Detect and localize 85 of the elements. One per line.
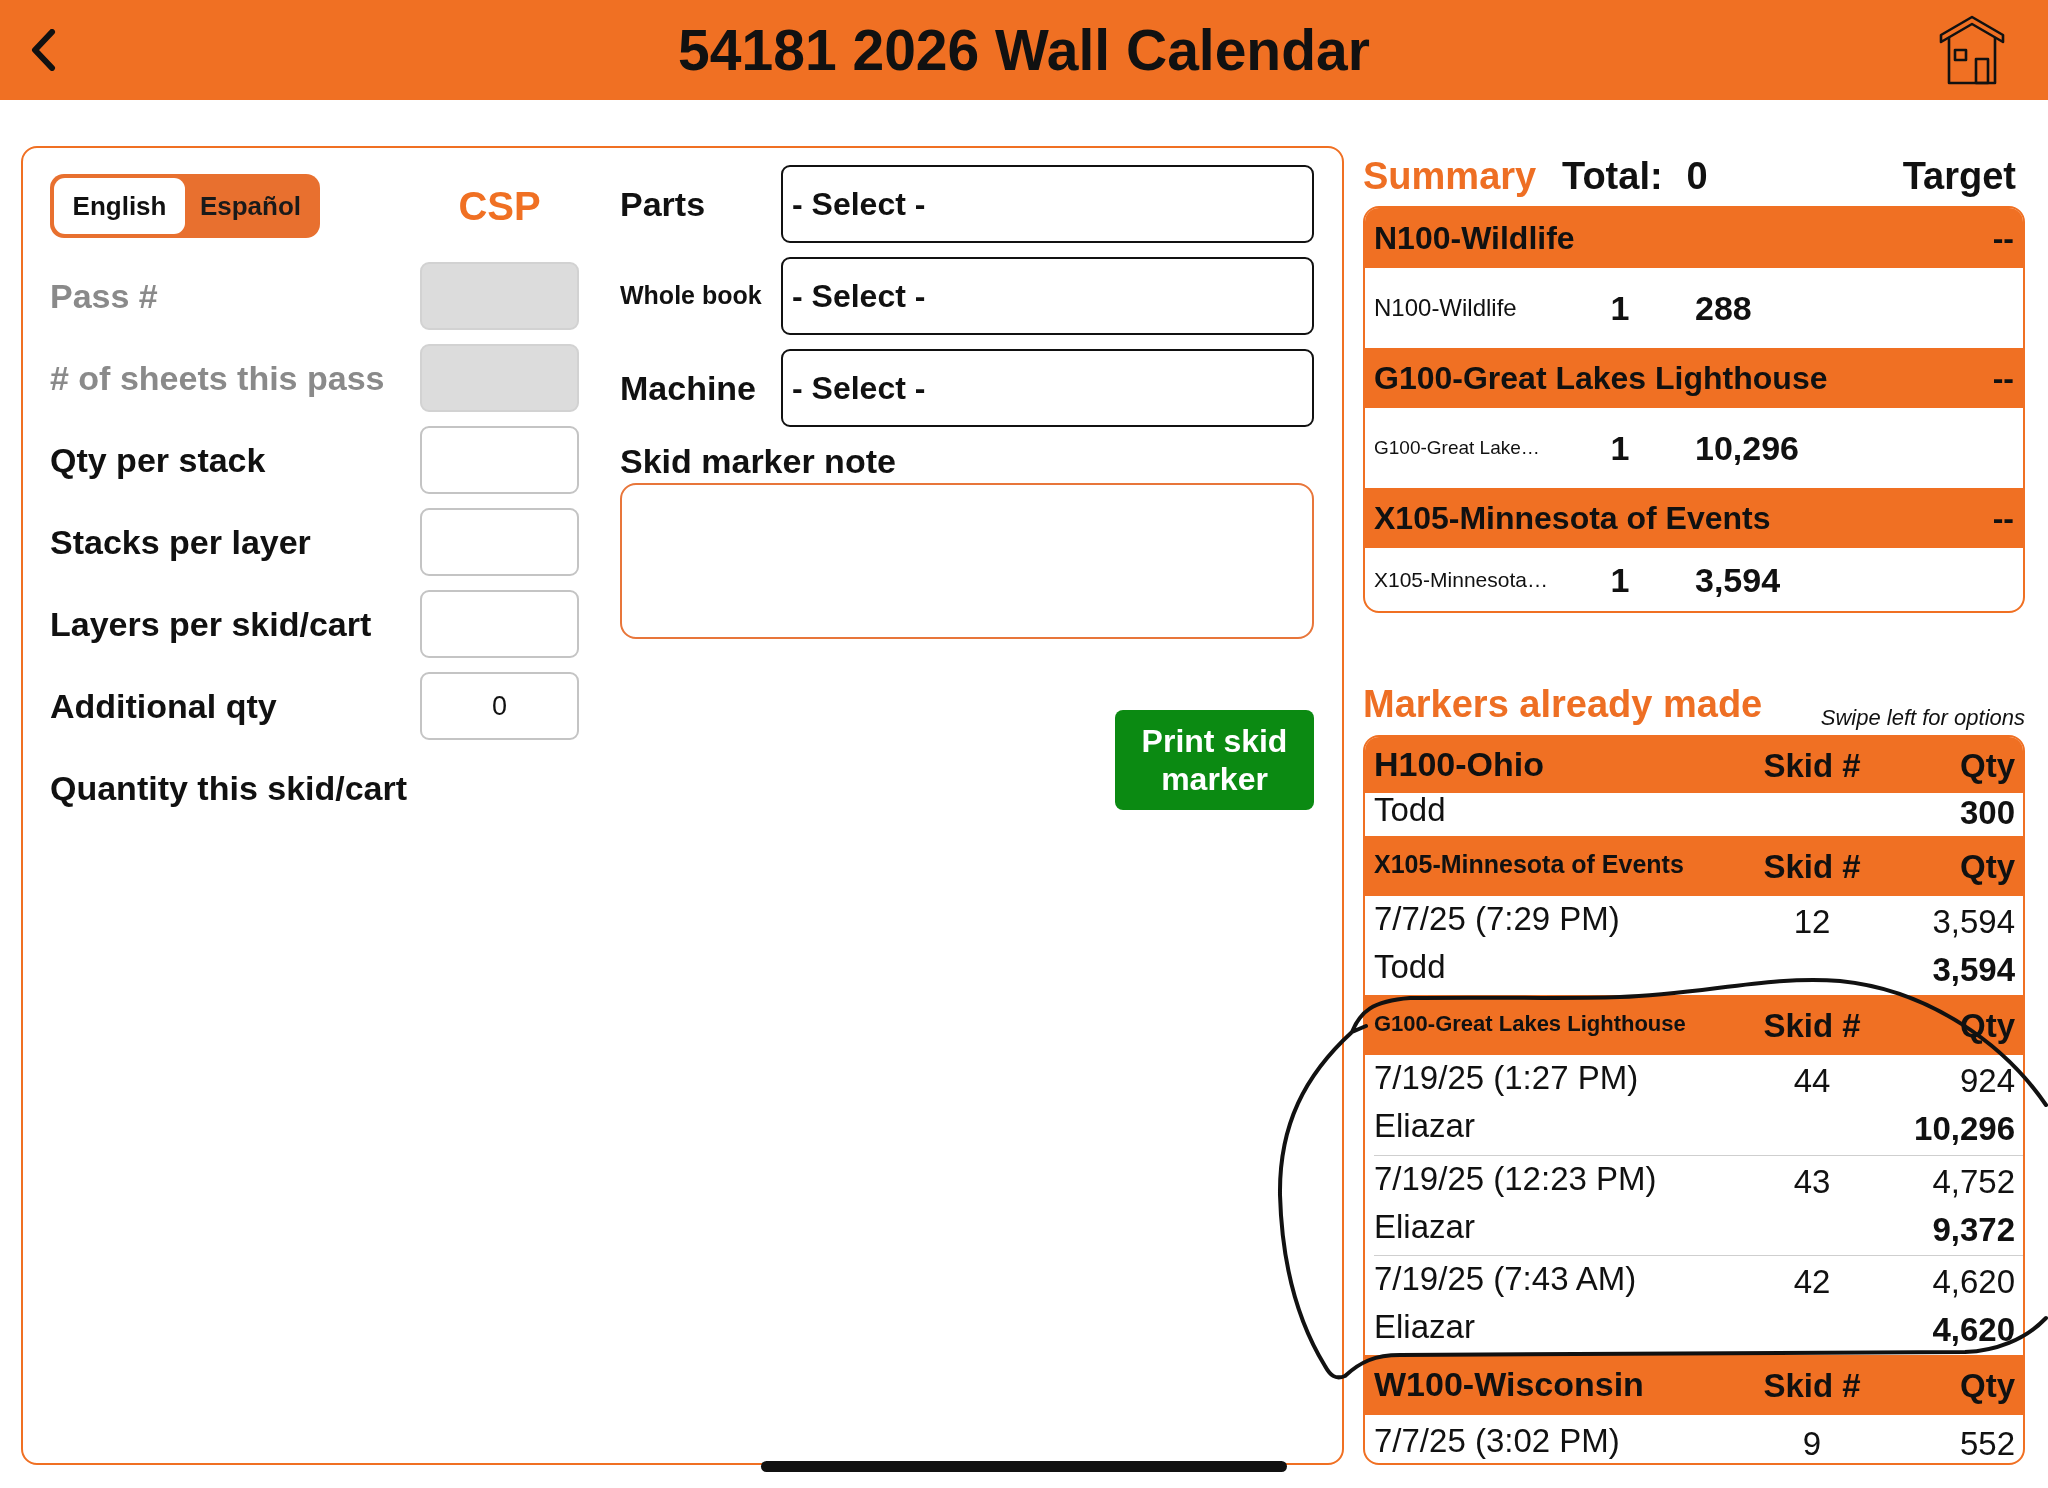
column-header: Qty <box>1960 849 2015 883</box>
select-dropdown[interactable]: - Select - <box>781 165 1314 243</box>
quantity: 3,594 <box>1932 901 2015 942</box>
item-count: 1 <box>1610 562 1630 597</box>
input-field[interactable]: 0 <box>420 672 579 740</box>
column-header: Qty <box>1960 1008 2015 1042</box>
print-button[interactable]: Print skid marker <box>1115 710 1314 810</box>
date-time: 7/19/25 (1:27 PM) <box>1374 1059 1639 1096</box>
item-quantity: 288 <box>1695 291 1752 325</box>
group-title: H100-Ohio <box>1374 745 1545 783</box>
group-title: G100-Great Lakes Lighthouse <box>1374 1010 1686 1036</box>
operator-name: Todd <box>1374 947 1446 985</box>
operator-name: Eliazar <box>1374 1307 1475 1345</box>
field-label: Quantity this skid/cart <box>50 767 409 809</box>
home-button[interactable] <box>1938 14 2006 86</box>
language-option[interactable]: English <box>54 178 185 234</box>
running-total: 3,594 <box>1932 949 2015 990</box>
running-total: 300 <box>1959 796 2015 830</box>
item-count: 1 <box>1610 291 1630 325</box>
item-name: X105-Minnesota… <box>1374 567 1548 591</box>
date-time: 7/7/25 (3:02 PM) <box>1374 1422 1620 1459</box>
quantity: 4,620 <box>1932 1261 2015 1302</box>
quantity: 552 <box>1959 1424 2015 1463</box>
column-header: Qty <box>1960 748 2015 782</box>
item-name: N100-Wildlife <box>1374 294 1517 321</box>
target-label: Target <box>1902 157 2017 195</box>
input-field[interactable] <box>420 508 579 576</box>
total-value: 0 <box>1686 157 1708 195</box>
field-label: Layers per skid/cart <box>50 603 373 645</box>
running-total: 10,296 <box>1914 1109 2015 1149</box>
target-value: -- <box>1992 502 2014 534</box>
operator-name: Eliazar <box>1374 1107 1475 1144</box>
skid-number: 12 <box>1793 901 1831 942</box>
column-header: Qty <box>1960 1368 2015 1402</box>
group-title: N100-Wildlife <box>1374 222 1575 254</box>
hint-text: Swipe left for options <box>1820 707 2025 732</box>
item-quantity: 3,594 <box>1695 562 1781 597</box>
field-label: Pass # <box>50 275 159 317</box>
field-label: Parts <box>620 184 706 223</box>
target-value: -- <box>1992 362 2014 394</box>
operator-name: Eliazar <box>1374 1207 1475 1245</box>
total-label: Total: <box>1562 157 1663 195</box>
group-title: G100-Great Lakes Lighthouse <box>1374 362 1828 394</box>
back-chevron-icon <box>30 29 56 71</box>
skid-number: 9 <box>1802 1424 1822 1463</box>
skid-number: 44 <box>1793 1061 1831 1101</box>
column-header: Skid # <box>1763 748 1861 782</box>
running-total: 9,372 <box>1932 1209 2015 1250</box>
date-time: 7/19/25 (7:43 AM) <box>1374 1259 1637 1297</box>
input-field[interactable] <box>420 426 579 494</box>
skid-number: 42 <box>1793 1261 1831 1302</box>
input-field[interactable] <box>420 590 579 658</box>
page-title: 54181 2026 Wall Calendar <box>677 21 1371 79</box>
field-label: Additional qty <box>50 685 278 727</box>
group-title: X105-Minnesota of Events <box>1374 850 1684 878</box>
house-icon <box>1939 15 2005 85</box>
quantity: 924 <box>1959 1061 2015 1101</box>
date-time: 7/19/25 (12:23 PM) <box>1374 1159 1657 1197</box>
field-label: # of sheets this pass <box>50 357 386 399</box>
field-label: Whole book <box>620 281 762 310</box>
target-value: -- <box>1992 222 2014 254</box>
quantity: 4,752 <box>1932 1161 2015 1202</box>
column-header: Skid # <box>1763 849 1861 883</box>
note-text-area[interactable] <box>620 483 1314 639</box>
operator-name: Todd <box>1374 791 1446 828</box>
running-total: 4,620 <box>1932 1309 2015 1350</box>
item-quantity: 10,296 <box>1695 431 1799 465</box>
mode-label: CSP <box>458 186 541 226</box>
column-header: Skid # <box>1763 1008 1861 1042</box>
item-name: G100-Great Lake… <box>1374 436 1540 458</box>
group-title: W100-Wisconsin <box>1374 1365 1644 1403</box>
select-dropdown[interactable]: - Select - <box>781 257 1314 335</box>
field-label: Stacks per layer <box>50 521 312 563</box>
item-count: 1 <box>1610 431 1630 465</box>
group-title: X105-Minnesota of Events <box>1374 502 1771 534</box>
date-time: 7/7/25 (7:29 PM) <box>1374 899 1620 937</box>
field-label: Qty per stack <box>50 439 267 481</box>
skid-number: 43 <box>1793 1161 1831 1202</box>
field-label: Machine <box>620 368 757 407</box>
section-title: Markers already made <box>1363 685 1763 727</box>
field-label: Skid marker note <box>620 441 897 482</box>
select-dropdown[interactable]: - Select - <box>781 349 1314 427</box>
column-header: Skid # <box>1763 1368 1861 1402</box>
language-option[interactable]: Español <box>185 178 316 234</box>
summary-title: Summary <box>1363 157 1538 195</box>
